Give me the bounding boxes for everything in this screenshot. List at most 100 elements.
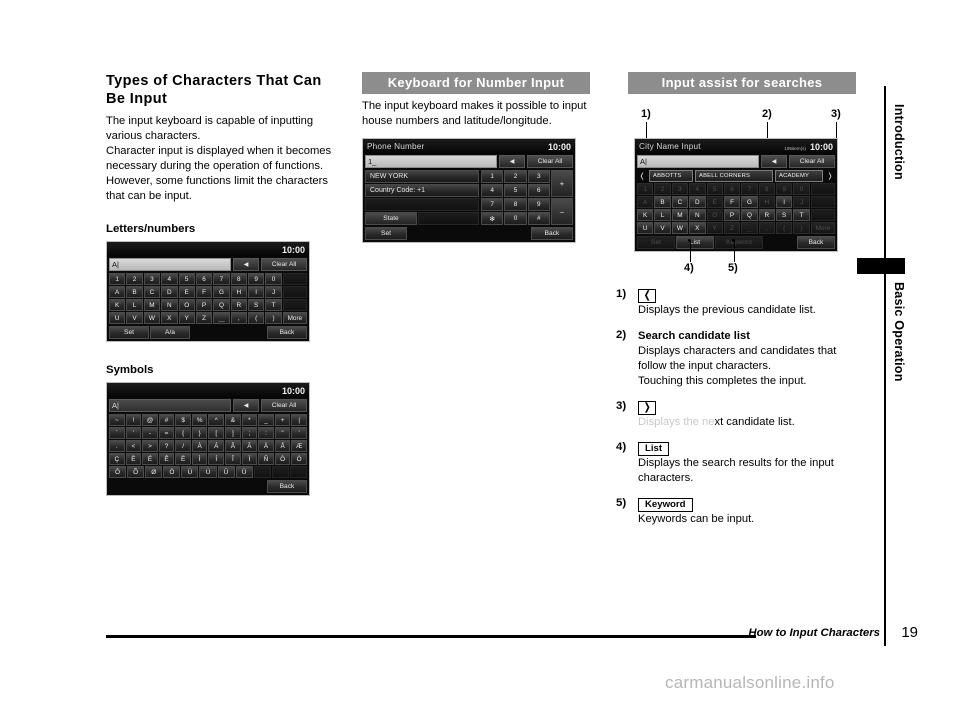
clear-all-button[interactable]: Clear All: [527, 155, 573, 168]
key[interactable]: ": [274, 427, 291, 440]
key[interactable]: V: [126, 312, 143, 325]
key[interactable]: N: [689, 209, 706, 221]
key[interactable]: S: [776, 209, 793, 221]
key[interactable]: 4: [481, 184, 504, 197]
key[interactable]: *: [241, 414, 258, 427]
case-toggle-button[interactable]: A/a: [150, 326, 190, 340]
state-button[interactable]: State: [365, 212, 417, 225]
key[interactable]: Ë: [175, 453, 191, 466]
key[interactable]: ✻: [481, 212, 504, 225]
key[interactable]: 7: [481, 198, 504, 211]
key[interactable]: N: [161, 299, 178, 312]
back-button[interactable]: Back: [797, 236, 835, 249]
key[interactable]: Ã: [241, 440, 258, 453]
key[interactable]: {: [175, 427, 191, 440]
key[interactable]: L: [126, 299, 143, 312]
candidate-item[interactable]: ACADEMY: [775, 170, 823, 182]
key[interactable]: D: [161, 286, 178, 299]
key[interactable]: M: [143, 299, 161, 312]
symbols-text-input[interactable]: A|: [109, 399, 231, 413]
key[interactable]: $: [175, 414, 191, 427]
key[interactable]: Ó: [291, 453, 307, 466]
key[interactable]: Ç: [109, 453, 125, 466]
key[interactable]: 7: [213, 273, 230, 286]
key[interactable]: ^: [208, 414, 225, 427]
key[interactable]: -: [142, 427, 158, 440]
key[interactable]: R: [230, 299, 247, 312]
key[interactable]: Ú: [199, 466, 217, 479]
key[interactable]: I: [776, 196, 793, 208]
back-button[interactable]: Back: [267, 326, 307, 340]
key[interactable]: B: [654, 196, 671, 208]
set-button[interactable]: Set: [637, 236, 675, 249]
number-text-input[interactable]: 1_: [365, 155, 497, 168]
tab-introduction[interactable]: Introduction: [892, 104, 906, 180]
clear-all-button[interactable]: Clear All: [261, 258, 307, 272]
key[interactable]: J: [265, 286, 282, 299]
key[interactable]: Ø: [145, 466, 163, 479]
key[interactable]: W: [671, 222, 689, 234]
key[interactable]: Â: [225, 440, 241, 453]
key[interactable]: _: [258, 414, 274, 427]
key[interactable]: =: [158, 427, 175, 440]
key[interactable]: Y: [178, 312, 195, 325]
key[interactable]: D: [689, 196, 706, 208]
key[interactable]: ': [125, 427, 142, 440]
key[interactable]: C: [143, 286, 161, 299]
key[interactable]: +: [274, 414, 291, 427]
key[interactable]: }: [191, 427, 208, 440]
key[interactable]: 1: [109, 273, 126, 286]
plus-button[interactable]: +: [551, 170, 573, 197]
more-button[interactable]: More: [282, 312, 308, 325]
key[interactable]: G: [741, 196, 758, 208]
clear-all-button[interactable]: Clear All: [789, 155, 835, 168]
key[interactable]: A: [109, 286, 126, 299]
key[interactable]: 6: [527, 184, 550, 197]
key[interactable]: Ì: [191, 453, 208, 466]
key[interactable]: 8: [504, 198, 527, 211]
key[interactable]: >: [142, 440, 158, 453]
key[interactable]: Ü: [235, 466, 253, 479]
key[interactable]: C: [671, 196, 689, 208]
key[interactable]: 3: [143, 273, 161, 286]
key[interactable]: ~: [109, 414, 125, 427]
key[interactable]: #: [158, 414, 175, 427]
city-field[interactable]: NEW YORK: [365, 170, 479, 183]
key[interactable]: I: [248, 286, 265, 299]
key[interactable]: [: [208, 427, 225, 440]
key[interactable]: %: [191, 414, 208, 427]
minus-button[interactable]: –: [551, 198, 573, 225]
key[interactable]: T: [793, 209, 810, 221]
key[interactable]: 2: [126, 273, 143, 286]
key[interactable]: B: [126, 286, 143, 299]
key[interactable]: <: [125, 440, 142, 453]
key[interactable]: ,: [230, 312, 247, 325]
key[interactable]: Ö: [163, 466, 181, 479]
letters-text-input[interactable]: A|: [109, 258, 231, 272]
key[interactable]: Æ: [291, 440, 307, 453]
backspace-icon[interactable]: ◀: [499, 155, 525, 168]
key[interactable]: L: [654, 209, 671, 221]
key[interactable]: 3: [527, 170, 550, 183]
key[interactable]: 6: [195, 273, 213, 286]
assist-text-input[interactable]: A|: [637, 155, 759, 168]
key[interactable]: X: [161, 312, 178, 325]
key[interactable]: 1: [481, 170, 504, 183]
key[interactable]: U: [109, 312, 126, 325]
key[interactable]: ?: [158, 440, 175, 453]
backspace-icon[interactable]: ◀: [233, 399, 259, 413]
key[interactable]: Í: [208, 453, 225, 466]
key[interactable]: /: [175, 440, 191, 453]
key[interactable]: E: [178, 286, 195, 299]
key[interactable]: V: [654, 222, 671, 234]
key[interactable]: K: [109, 299, 126, 312]
back-button[interactable]: Back: [531, 227, 573, 240]
key[interactable]: K: [637, 209, 654, 221]
key[interactable]: È: [125, 453, 142, 466]
key[interactable]: Ï: [241, 453, 258, 466]
key[interactable]: !: [125, 414, 142, 427]
key[interactable]: 9: [248, 273, 265, 286]
key[interactable]: P: [195, 299, 213, 312]
key[interactable]: W: [143, 312, 161, 325]
tab-basic-operation[interactable]: Basic Operation: [892, 282, 906, 382]
